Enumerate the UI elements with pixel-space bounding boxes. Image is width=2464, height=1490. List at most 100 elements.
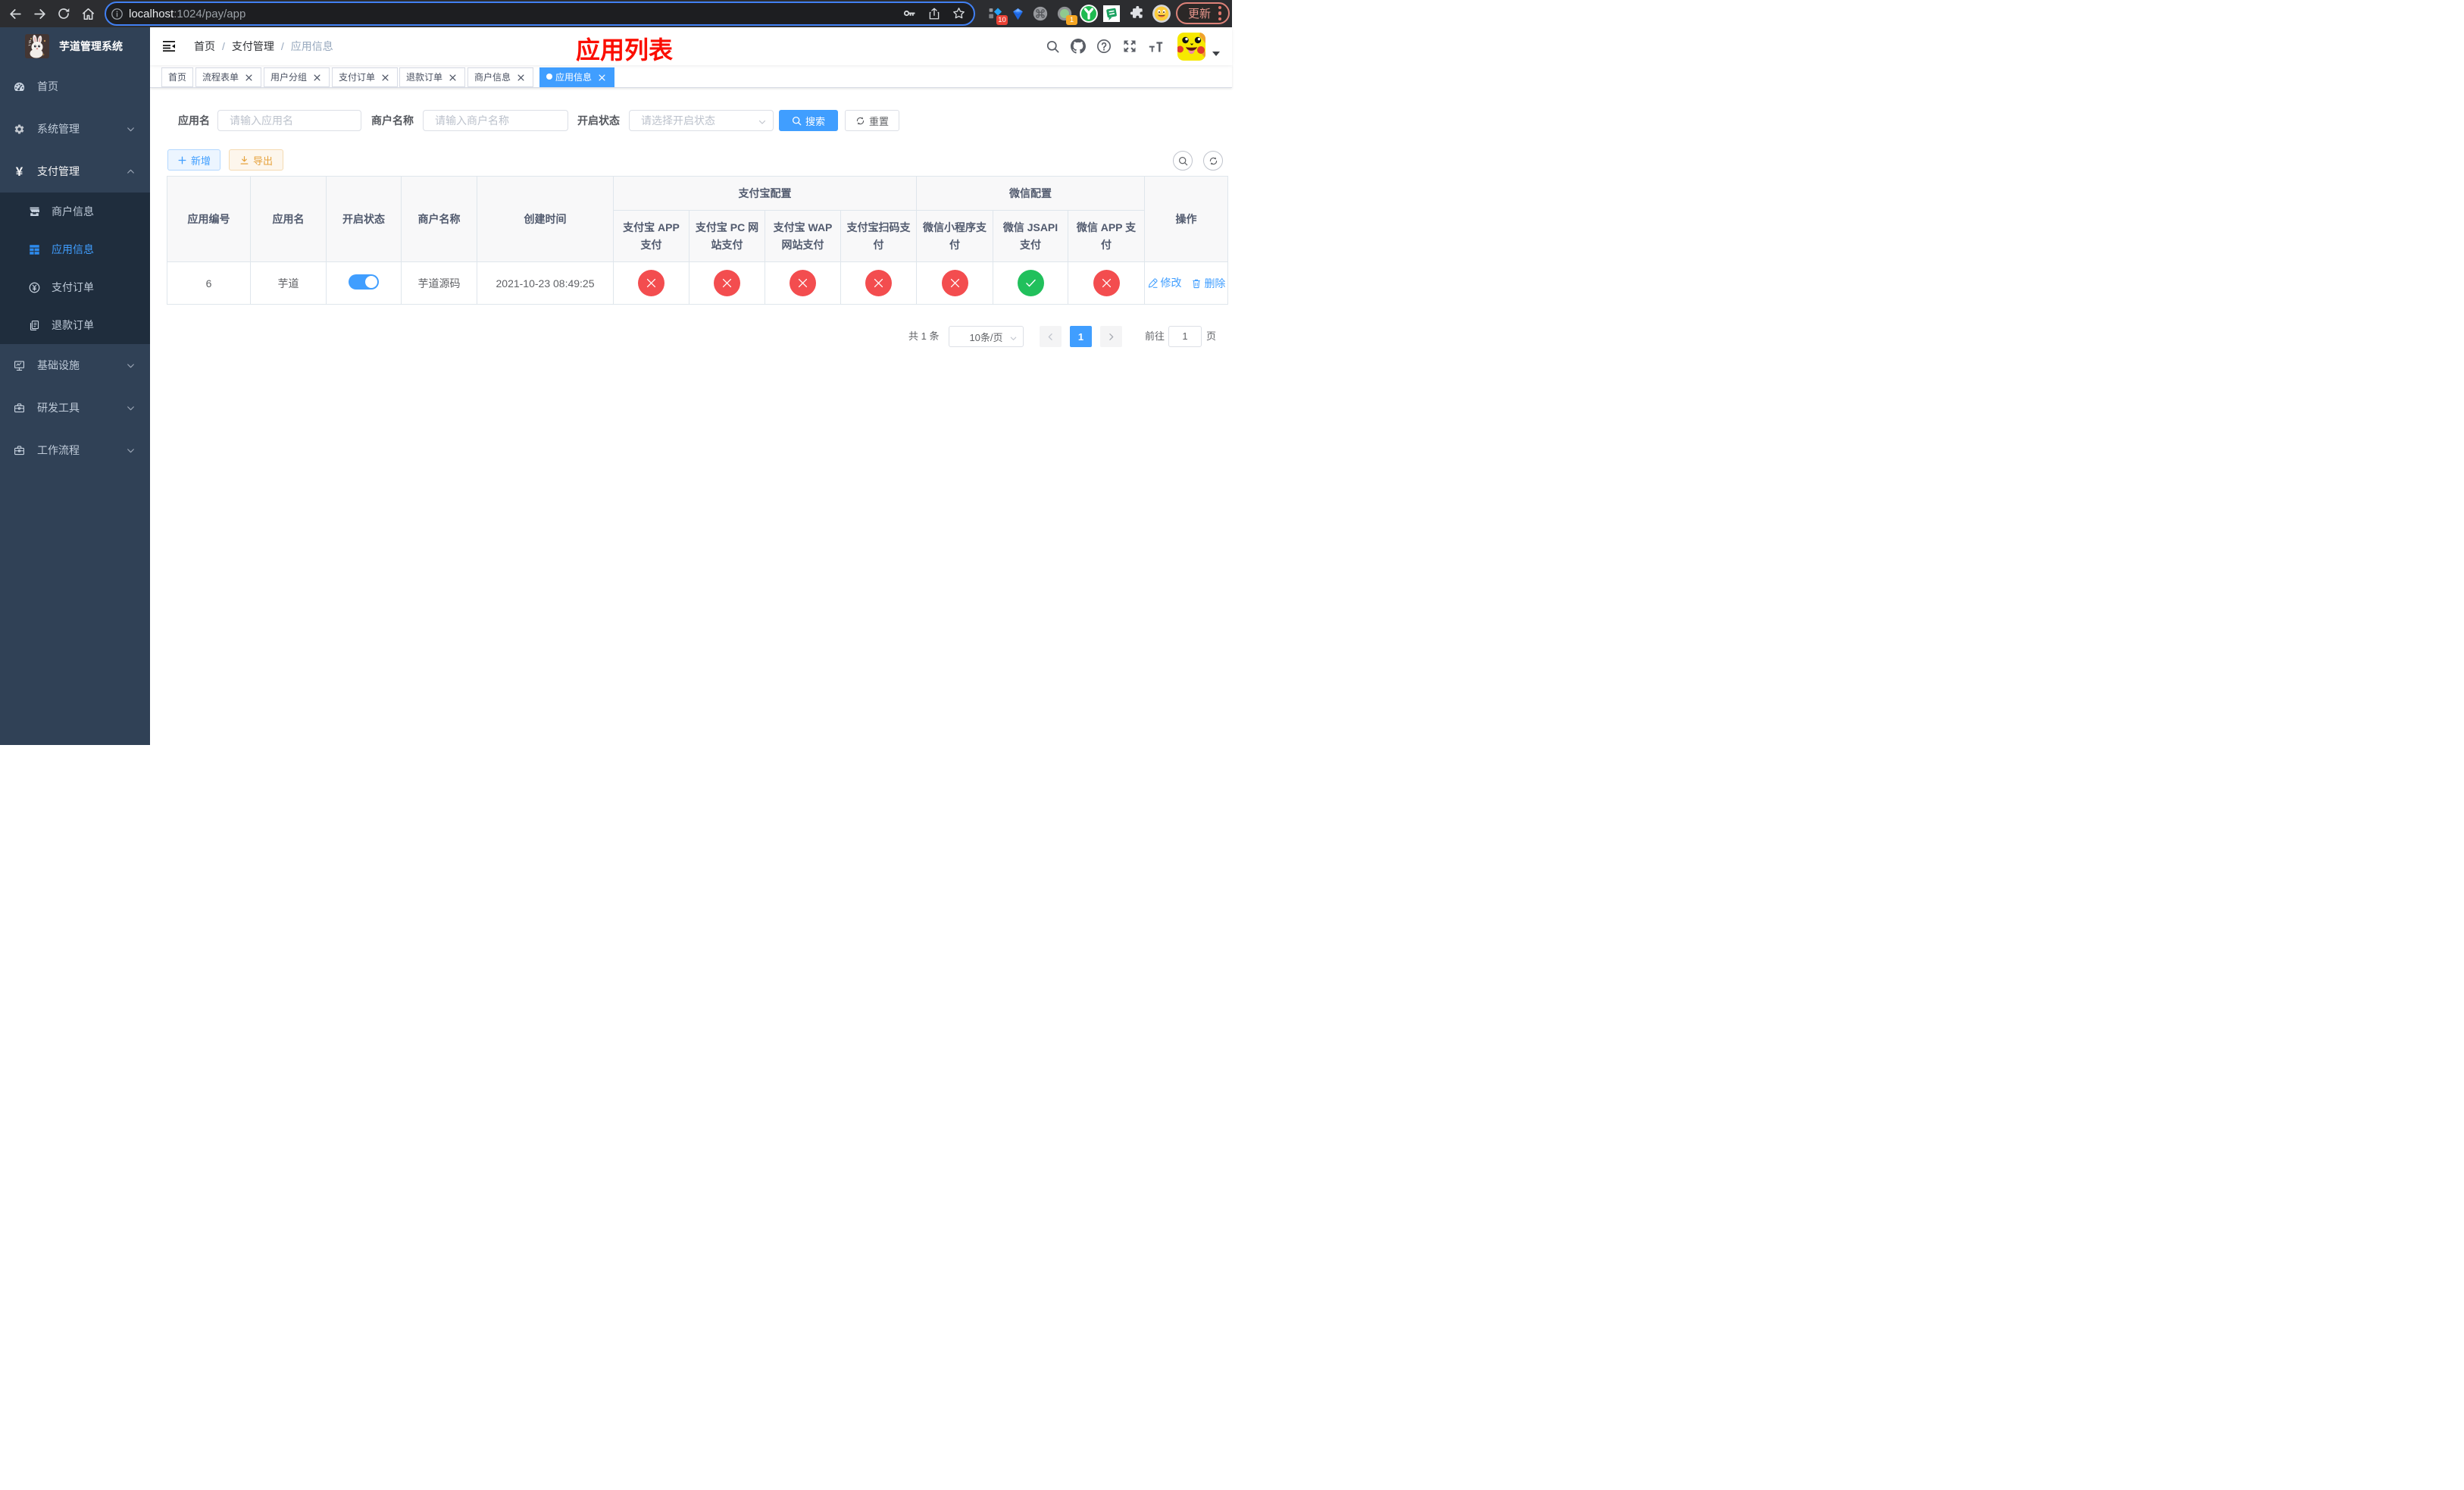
sidebar-collapse-icon[interactable] xyxy=(163,41,175,52)
sidebar-item-app[interactable]: 应用信息 xyxy=(0,230,150,268)
col-header-wx-jsapi[interactable]: 微信 JSAPI 支付 xyxy=(993,210,1068,262)
reset-button[interactable]: 重置 xyxy=(845,110,899,131)
toggle-search-button[interactable] xyxy=(1173,151,1193,171)
extension-recorder-icon[interactable]: 1 xyxy=(1053,2,1077,25)
col-header-id[interactable]: 应用编号 xyxy=(167,176,251,262)
bookmark-star-icon[interactable] xyxy=(952,6,966,20)
fullscreen-icon[interactable] xyxy=(1117,27,1143,65)
refresh-button[interactable] xyxy=(1203,151,1223,171)
extension-vue-devtools-icon[interactable] xyxy=(1077,2,1100,25)
github-icon[interactable] xyxy=(1065,27,1091,65)
status-select[interactable]: 请选择开启状态 xyxy=(629,110,774,131)
tag-home[interactable]: 首页 xyxy=(161,67,194,87)
col-header-status[interactable]: 开启状态 xyxy=(326,176,402,262)
col-header-name[interactable]: 应用名 xyxy=(250,176,327,262)
breadcrumb-home[interactable]: 首页 xyxy=(194,39,215,54)
app-name-input[interactable]: 请输入应用名 xyxy=(217,110,361,131)
export-button[interactable]: 导出 xyxy=(229,149,283,171)
browser-reload-button[interactable] xyxy=(52,2,76,26)
sidebar-item-infra[interactable]: 基础设施 xyxy=(0,344,150,387)
sidebar-item-dev[interactable]: 研发工具 xyxy=(0,387,150,429)
page-size-select[interactable]: 10条/页 xyxy=(949,326,1024,347)
cell-merchant: 芋道源码 xyxy=(401,261,477,305)
page-info-icon[interactable] xyxy=(111,8,124,20)
col-header-alipay-pc[interactable]: 支付宝 PC 网站支付 xyxy=(689,210,765,262)
close-icon[interactable] xyxy=(596,68,608,86)
tag-refund-order[interactable]: 退款订单 xyxy=(399,67,466,87)
delete-link[interactable]: 删除 xyxy=(1191,276,1225,291)
cell-id: 6 xyxy=(167,261,251,305)
col-header-alipay-app[interactable]: 支付宝 APP 支付 xyxy=(613,210,689,262)
browser-home-button[interactable] xyxy=(76,2,100,26)
yen-icon: ¥ xyxy=(15,164,23,179)
cell-alipay-app xyxy=(613,261,689,305)
sidebar-logo[interactable]: 芋道管理系统 xyxy=(0,27,150,65)
sidebar-item-refund[interactable]: 退款订单 xyxy=(0,306,150,344)
close-icon[interactable] xyxy=(446,68,458,86)
next-page-button[interactable] xyxy=(1100,326,1122,347)
extension-chat-icon[interactable] xyxy=(1100,2,1123,25)
header-search-icon[interactable] xyxy=(1040,27,1065,65)
browser-forward-button[interactable] xyxy=(27,2,52,26)
tag-merchant[interactable]: 商户信息 xyxy=(467,67,534,87)
search-icon xyxy=(1178,156,1187,165)
refresh-icon xyxy=(1209,156,1217,165)
tag-user-group[interactable]: 用户分组 xyxy=(264,67,330,87)
tag-app-info[interactable]: 应用信息 xyxy=(539,67,615,87)
briefcase-icon xyxy=(14,445,25,456)
status-toggle[interactable] xyxy=(349,274,379,290)
edit-link[interactable]: 修改 xyxy=(1147,275,1182,290)
sidebar-item-pay[interactable]: ¥ 支付管理 xyxy=(0,150,150,193)
extension-blocker-icon[interactable]: 10 xyxy=(983,2,1008,25)
browser-menu-kebab-icon[interactable] xyxy=(1218,6,1221,20)
chevron-down-icon xyxy=(126,446,136,455)
sidebar-item-system[interactable]: 系统管理 xyxy=(0,108,150,150)
search-button[interactable]: 搜索 xyxy=(779,110,838,131)
sidebar-item-order[interactable]: 支付订单 xyxy=(0,268,150,306)
goto-label: 前往 xyxy=(1145,330,1165,342)
help-icon[interactable] xyxy=(1091,27,1117,65)
password-key-icon[interactable] xyxy=(902,6,917,20)
home-icon xyxy=(82,8,94,20)
address-bar[interactable]: localhost:1024/pay/app xyxy=(105,2,975,26)
sidebar-item-home[interactable]: 首页 xyxy=(0,65,150,108)
app-title: 芋道管理系统 xyxy=(59,40,123,52)
merchant-name-input[interactable]: 请输入商户名称 xyxy=(423,110,568,131)
extensions-puzzle-icon[interactable] xyxy=(1126,2,1149,25)
browser-update-button[interactable]: 更新 xyxy=(1176,2,1230,24)
url-text[interactable]: localhost:1024/pay/app xyxy=(129,8,245,20)
col-header-alipay-qr[interactable]: 支付宝扫码支付 xyxy=(840,210,917,262)
sidebar-item-label: 支付订单 xyxy=(52,281,94,293)
add-button[interactable]: 新增 xyxy=(167,149,220,171)
browser-back-button[interactable] xyxy=(3,2,27,26)
browser-profile-avatar[interactable] xyxy=(1150,2,1173,25)
chevron-left-icon xyxy=(1048,333,1052,340)
breadcrumb-section[interactable]: 支付管理 xyxy=(232,39,274,54)
col-header-alipay-wap[interactable]: 支付宝 WAP 网站支付 xyxy=(765,210,841,262)
close-icon[interactable] xyxy=(514,68,527,86)
chevron-up-icon xyxy=(126,167,136,177)
col-header-merchant[interactable]: 商户名称 xyxy=(401,176,477,262)
status-disabled-icon xyxy=(941,270,968,296)
share-icon[interactable] xyxy=(927,7,941,20)
extension-command-icon[interactable] xyxy=(1029,2,1052,25)
cell-wx-mini xyxy=(916,261,993,305)
table-row: 6 芋道 芋道源码 2021-10-23 08:49:25 修改 删除 xyxy=(167,261,1228,305)
col-header-wx-mini[interactable]: 微信小程序支付 xyxy=(916,210,993,262)
tag-pay-order[interactable]: 支付订单 xyxy=(332,67,399,87)
col-header-created[interactable]: 创建时间 xyxy=(477,176,614,262)
tag-flow-form[interactable]: 流程表单 xyxy=(195,67,262,87)
goto-page-input[interactable]: 1 xyxy=(1168,326,1202,347)
close-icon[interactable] xyxy=(379,68,391,86)
close-icon[interactable] xyxy=(311,68,323,86)
close-icon[interactable] xyxy=(242,68,255,86)
extension-gem-icon[interactable] xyxy=(1006,2,1029,25)
chevron-down-icon xyxy=(758,120,766,124)
sidebar-item-flow[interactable]: 工作流程 xyxy=(0,429,150,471)
prev-page-button[interactable] xyxy=(1040,326,1062,347)
col-header-wx-app[interactable]: 微信 APP 支付 xyxy=(1068,210,1145,262)
page-number-1[interactable]: 1 xyxy=(1070,326,1092,347)
font-size-icon[interactable] xyxy=(1143,27,1168,65)
sidebar-item-merchant[interactable]: 商户信息 xyxy=(0,193,150,230)
user-avatar[interactable] xyxy=(1177,32,1220,61)
